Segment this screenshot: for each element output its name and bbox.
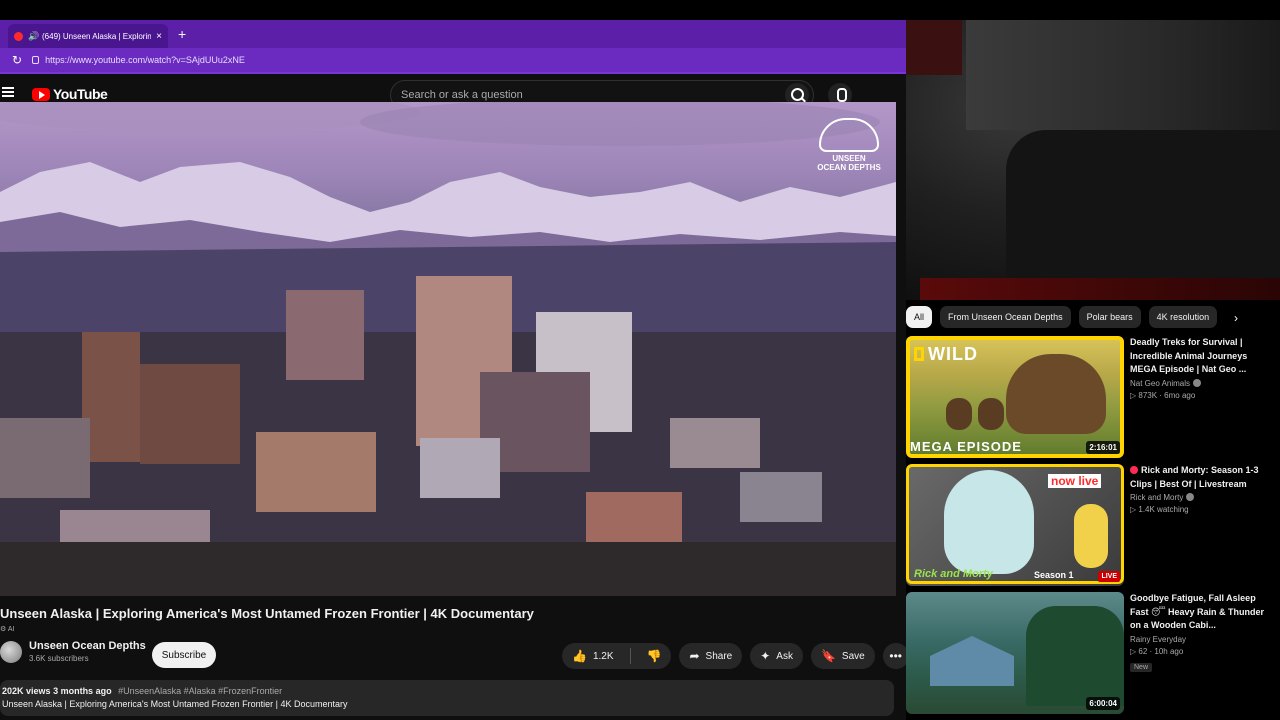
subscriber-count: 3.6K subscribers bbox=[29, 654, 89, 663]
share-button[interactable]: ➦ Share bbox=[679, 643, 743, 669]
video-frame-scene bbox=[0, 102, 896, 596]
more-actions-button[interactable]: ••• bbox=[882, 643, 909, 669]
duration-badge: 2:16:01 bbox=[1086, 441, 1120, 454]
channel-meta: Unseen Ocean Depths 3.6K subscribers bbox=[29, 640, 146, 663]
screen-top-bar bbox=[0, 0, 1280, 20]
thumbnail-frame bbox=[906, 464, 1124, 584]
octopus-logo-icon bbox=[819, 118, 879, 152]
bookmark-icon: 🔖 bbox=[820, 649, 836, 663]
youtube-logo[interactable]: YouTube bbox=[32, 86, 108, 102]
view-count: 202K views bbox=[2, 686, 51, 696]
channel-avatar[interactable] bbox=[0, 640, 22, 663]
recommendation-info: Deadly Treks for Survival | Incredible A… bbox=[1130, 336, 1276, 400]
share-label: Share bbox=[705, 650, 733, 662]
video-thumbnail[interactable]: now live Rick and Morty Season 1 LIVE bbox=[906, 464, 1124, 586]
youtube-play-icon bbox=[32, 87, 50, 101]
thumbs-down-icon: 👎 bbox=[646, 649, 662, 663]
reload-icon[interactable]: ↻ bbox=[12, 53, 22, 67]
thumbnail-subtitle: MEGA EPISODE bbox=[910, 439, 1022, 454]
new-badge: New bbox=[1130, 662, 1153, 672]
webcam-bed bbox=[1006, 130, 1280, 280]
lock-icon bbox=[32, 56, 40, 64]
live-badge: LIVE bbox=[1098, 571, 1120, 582]
live-dot-icon bbox=[1130, 466, 1138, 474]
search-placeholder: Search or ask a question bbox=[401, 89, 523, 101]
recommendation-title[interactable]: Goodbye Fatigue, Fall Asleep Fast 😴 Heav… bbox=[1130, 592, 1276, 633]
channel-watermark: UNSEEN OCEAN DEPTHS bbox=[810, 118, 888, 172]
channel-name[interactable]: Unseen Ocean Depths bbox=[29, 640, 146, 652]
new-tab-button[interactable]: + bbox=[178, 26, 186, 42]
youtube-wordmark: YouTube bbox=[53, 86, 108, 102]
close-tab-icon[interactable]: × bbox=[156, 31, 162, 42]
recommendation-info: Rick and Morty: Season 1-3 Clips | Best … bbox=[1130, 464, 1276, 514]
webcam-overlay bbox=[906, 20, 1280, 300]
ai-label: ⚙ AI bbox=[0, 626, 15, 633]
chip-from-channel[interactable]: From Unseen Ocean Depths bbox=[940, 306, 1071, 328]
recommendation-stats: ▷ 1.4K watching bbox=[1130, 505, 1189, 514]
tab-bar: 🔊 (649) Unseen Alaska | Explorin × + bbox=[0, 20, 906, 48]
hashtags[interactable]: #UnseenAlaska #Alaska #FrozenFrontier bbox=[118, 686, 282, 696]
share-icon: ➦ bbox=[689, 649, 700, 663]
thumbs-up-icon: 👍 bbox=[572, 649, 587, 663]
nat-geo-logo-icon bbox=[914, 347, 924, 361]
cabin-illustration bbox=[930, 636, 1014, 686]
forest-illustration bbox=[1026, 606, 1124, 706]
recommendation-title[interactable]: Rick and Morty: Season 1-3 Clips | Best … bbox=[1130, 464, 1276, 491]
upload-age: 3 months ago bbox=[53, 686, 112, 696]
recommendation-stats: ▷ 873K · 6mo ago bbox=[1130, 390, 1196, 400]
recommendation-title[interactable]: Deadly Treks for Survival | Incredible A… bbox=[1130, 336, 1276, 377]
chip-polar-bears[interactable]: Polar bears bbox=[1078, 306, 1141, 328]
filter-chips: All From Unseen Ocean Depths Polar bears… bbox=[906, 306, 1280, 328]
recommendation-item[interactable]: now live Rick and Morty Season 1 LIVE Ri… bbox=[906, 464, 1280, 588]
menu-icon[interactable] bbox=[2, 87, 14, 97]
description-text: Unseen Alaska | Exploring America's Most… bbox=[2, 699, 348, 709]
recommendation-item[interactable]: WILD MEGA EPISODE 2:16:01 Deadly Treks f… bbox=[906, 336, 1280, 460]
subscribe-button[interactable]: Subscribe bbox=[152, 642, 216, 668]
like-count: 1.2K bbox=[592, 650, 614, 662]
recommendation-item[interactable]: 6:00:04 Goodbye Fatigue, Fall Asleep Fas… bbox=[906, 592, 1280, 716]
speaker-icon[interactable]: 🔊 bbox=[28, 31, 39, 42]
ask-label: Ask bbox=[776, 650, 793, 662]
chip-4k-resolution[interactable]: 4K resolution bbox=[1148, 306, 1218, 328]
thumbnail-title: WILD bbox=[914, 344, 978, 365]
webcam-flag bbox=[906, 20, 962, 75]
url-field[interactable]: https://www.youtube.com/watch?v=SAjdUUu2… bbox=[32, 55, 245, 65]
recommendation-channel[interactable]: Rainy Everyday bbox=[1130, 635, 1276, 644]
chevron-right-icon[interactable]: › bbox=[1234, 311, 1238, 325]
tab-title: (649) Unseen Alaska | Explorin bbox=[42, 31, 152, 41]
recommendation-channel[interactable]: Rick and Morty bbox=[1130, 493, 1276, 502]
description-box[interactable]: 202K views 3 months ago #UnseenAlaska #A… bbox=[0, 680, 894, 716]
verified-icon bbox=[1193, 378, 1202, 387]
webcam-led-strip bbox=[920, 278, 1280, 300]
description-meta: 202K views 3 months ago #UnseenAlaska #A… bbox=[2, 686, 892, 696]
video-title: Unseen Alaska | Exploring America's Most… bbox=[0, 606, 534, 621]
dislike-button[interactable]: 👎 bbox=[637, 643, 672, 669]
like-divider bbox=[629, 648, 631, 664]
save-button[interactable]: 🔖 Save bbox=[810, 643, 875, 669]
recommendation-stats: ▷ 62 · 10h ago bbox=[1130, 646, 1184, 656]
youtube-favicon-icon bbox=[14, 31, 23, 41]
channel-info[interactable]: Unseen Ocean Depths 3.6K subscribers bbox=[0, 640, 146, 663]
like-button[interactable]: 👍 1.2K bbox=[562, 643, 624, 669]
video-player[interactable]: UNSEEN OCEAN DEPTHS bbox=[0, 102, 896, 596]
video-thumbnail[interactable]: WILD MEGA EPISODE 2:16:01 bbox=[906, 336, 1124, 458]
browser-tab-active[interactable]: 🔊 (649) Unseen Alaska | Explorin × bbox=[8, 24, 168, 48]
video-thumbnail[interactable]: 6:00:04 bbox=[906, 592, 1124, 714]
watermark-line-1: UNSEEN bbox=[832, 154, 866, 163]
recommendation-info: Goodbye Fatigue, Fall Asleep Fast 😴 Heav… bbox=[1130, 592, 1276, 674]
url-text: https://www.youtube.com/watch?v=SAjdUUu2… bbox=[45, 55, 245, 65]
watermark-line-2: OCEAN DEPTHS bbox=[817, 163, 881, 172]
save-label: Save bbox=[841, 650, 865, 662]
chip-all[interactable]: All bbox=[906, 306, 933, 328]
verified-icon bbox=[1186, 493, 1195, 501]
sparkle-icon: ✦ bbox=[760, 649, 771, 663]
webcam-wall bbox=[966, 20, 1280, 130]
ask-button[interactable]: ✦ Ask bbox=[750, 643, 803, 669]
video-actions: 👍 1.2K 👎 ➦ Share ✦ Ask 🔖 Save ••• bbox=[562, 643, 909, 669]
recommendation-channel[interactable]: Nat Geo Animals bbox=[1130, 378, 1276, 388]
duration-badge: 6:00:04 bbox=[1086, 697, 1120, 710]
address-bar: ↻ https://www.youtube.com/watch?v=SAjdUU… bbox=[0, 48, 906, 74]
like-dislike-group: 👍 1.2K 👎 bbox=[562, 643, 672, 669]
